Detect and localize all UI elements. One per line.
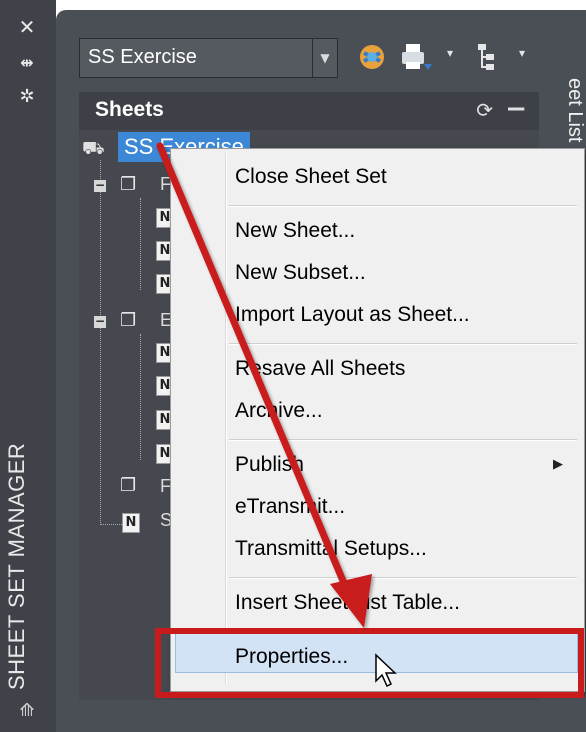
subset-folder-icon: ❐ bbox=[120, 174, 137, 195]
subset-folder-icon: ❐ bbox=[120, 310, 137, 331]
sheet-icon[interactable]: N bbox=[122, 513, 140, 533]
menu-item-etransmit[interactable]: eTransmit... bbox=[235, 495, 345, 519]
properties-icon[interactable]: ✲ bbox=[14, 86, 40, 108]
tree-guide-line bbox=[100, 524, 122, 525]
chevron-down-icon[interactable]: ▾ bbox=[442, 46, 458, 70]
tree-guide-line bbox=[140, 334, 141, 460]
chevron-down-icon[interactable]: ▼ bbox=[312, 39, 337, 77]
menu-item-new-subset[interactable]: New Subset... bbox=[235, 261, 366, 285]
plot-icon[interactable] bbox=[398, 40, 438, 74]
menu-separator bbox=[229, 577, 577, 579]
tree-guide-line bbox=[140, 198, 141, 290]
menu-separator bbox=[229, 439, 577, 441]
sheets-title: Sheets bbox=[95, 98, 164, 121]
chevron-down-icon[interactable]: ▾ bbox=[514, 46, 530, 70]
refresh-icon[interactable]: ⟳ bbox=[476, 98, 493, 122]
menu-item-import-layout[interactable]: Import Layout as Sheet... bbox=[235, 303, 470, 327]
sheet-set-dropdown[interactable]: SS Exercise ▼ bbox=[79, 38, 338, 78]
mouse-cursor-icon bbox=[375, 653, 397, 688]
menu-separator bbox=[229, 343, 577, 345]
menu-gutter bbox=[225, 153, 227, 683]
collapse-expander-icon[interactable]: − bbox=[94, 315, 106, 328]
sheet-set-dropdown-value: SS Exercise bbox=[88, 46, 197, 68]
sheet-selections-icon[interactable] bbox=[472, 40, 504, 74]
menu-item-close-sheet-set[interactable]: Close Sheet Set bbox=[235, 165, 387, 189]
menu-item-transmittal-setups[interactable]: Transmittal Setups... bbox=[235, 537, 427, 561]
auto-hide-icon[interactable]: ⇹ bbox=[14, 52, 40, 74]
collapse-expander-icon[interactable]: − bbox=[94, 179, 106, 192]
tree-guide-line bbox=[100, 160, 101, 525]
menu-item-archive[interactable]: Archive... bbox=[235, 399, 323, 423]
menu-separator bbox=[229, 205, 577, 207]
minimize-icon[interactable]: − bbox=[505, 94, 527, 124]
sheet-list-tab-label: eet List bbox=[564, 78, 586, 143]
subset-folder-icon: ❐ bbox=[120, 475, 137, 496]
sheet-set-icon: ⛟ bbox=[82, 138, 105, 159]
context-menu: Close Sheet Set New Sheet... New Subset.… bbox=[170, 148, 585, 692]
menu-item-new-sheet[interactable]: New Sheet... bbox=[235, 219, 355, 243]
collapse-icon[interactable]: ⟰ bbox=[16, 700, 38, 721]
close-icon[interactable]: ✕ bbox=[14, 16, 40, 38]
menu-item-insert-sheet-list-table[interactable]: Insert Sheet List Table... bbox=[235, 591, 460, 615]
sheets-header: Sheets ⟳ − bbox=[79, 92, 539, 130]
palette-title-text: SHEET SET MANAGER bbox=[4, 442, 29, 690]
publish-to-dwf-icon[interactable] bbox=[354, 40, 390, 74]
sheet-set-manager-titlebar: ✕ ⇹ ✲ SHEET SET MANAGER ⟰ bbox=[0, 0, 56, 732]
annotation-highlight-box bbox=[155, 628, 584, 698]
submenu-arrow-icon: ▶ bbox=[553, 457, 563, 472]
menu-item-resave-all-sheets[interactable]: Resave All Sheets bbox=[235, 357, 405, 381]
menu-item-publish[interactable]: Publish bbox=[235, 453, 304, 477]
